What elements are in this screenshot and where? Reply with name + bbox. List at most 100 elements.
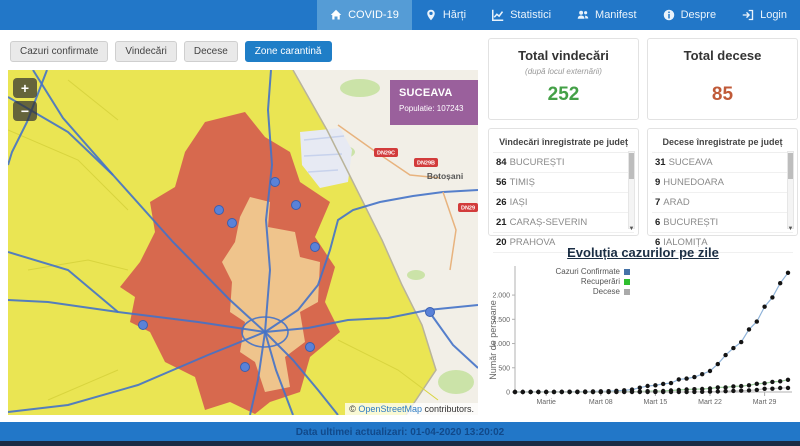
list-item: 21 CARAȘ-SEVERIN xyxy=(493,213,634,233)
scrollbar-down-arrow[interactable]: ▼ xyxy=(787,225,794,233)
last-updated-text: Data ultimei actualizari: 01-04-2020 13:… xyxy=(295,427,505,438)
layer-filter-buttons: Cazuri confirmate Vindecări Decese Zone … xyxy=(10,41,479,62)
nav-item-manifest[interactable]: Manifest xyxy=(564,0,650,30)
nav-item-despre[interactable]: Despre xyxy=(650,0,729,30)
county-name: TIMIȘ xyxy=(509,177,535,188)
region-name: SUCEAVA xyxy=(399,87,453,99)
county-name: BUCUREȘTI xyxy=(509,157,565,168)
deaths-list-title: Decese înregistrate pe județ xyxy=(652,133,793,153)
county-lists-row: Vindecări înregistrate pe județ 84 BUCURE… xyxy=(488,128,798,253)
nav-label: COVID-19 xyxy=(348,9,399,21)
total-recovered-value: 252 xyxy=(547,84,580,105)
nav-label: Statistici xyxy=(510,9,552,21)
list-item: 56 TIMIȘ xyxy=(493,173,634,193)
recovered-by-county-card: Vindecări înregistrate pe județ 84 BUCURE… xyxy=(488,128,639,253)
county-count: 9 xyxy=(655,177,661,188)
county-count: 6 xyxy=(655,217,661,228)
filter-vindecari-button[interactable]: Vindecări xyxy=(115,41,177,62)
map-zoom-control: + − xyxy=(13,78,37,124)
nav-label: Manifest xyxy=(595,9,637,21)
scrollbar-down-arrow[interactable]: ▼ xyxy=(628,225,635,233)
svg-text:Mart 29: Mart 29 xyxy=(753,399,777,406)
update-footer: Data ultimei actualizari: 01-04-2020 13:… xyxy=(0,422,800,441)
map-attribution: © OpenStreetMap contributors. xyxy=(345,403,478,415)
road-shield-label: DN29C xyxy=(377,151,395,157)
filter-zone-carantina-button[interactable]: Zone carantină xyxy=(244,41,332,62)
svg-text:Martie: Martie xyxy=(536,399,556,406)
deaths-by-county-card: Decese înregistrate pe județ 31 SUCEAVA 9 H… xyxy=(647,128,798,253)
county-name: SUCEAVA xyxy=(668,157,713,168)
county-name: BUCUREȘTI xyxy=(663,217,719,228)
county-name: HUNEDOARA xyxy=(663,177,724,188)
line-chart-icon xyxy=(492,9,504,21)
svg-text:Mart 15: Mart 15 xyxy=(644,399,668,406)
leaflet-map[interactable]: DN29C DN29B DN29 Botoșani + − SUCEAVA Po xyxy=(8,70,478,415)
scrollbar-thumb[interactable] xyxy=(629,153,634,179)
legend-entry[interactable]: Cazuri Confirmate xyxy=(514,267,630,277)
top-navbar: COVID-19 Hărți Statistici Manifest Despr… xyxy=(0,0,800,30)
footer-dark-strip xyxy=(0,441,800,446)
county-count: 56 xyxy=(496,177,507,188)
chart-legend: Cazuri Confirmate Recuperări Decese xyxy=(514,267,630,297)
recovered-list-scrollbar[interactable] xyxy=(628,151,635,229)
evolution-chart: Evoluția cazurilor pe zile Cazuri Confir… xyxy=(488,245,798,420)
total-recovered-subtitle: (după locul externării) xyxy=(525,67,602,76)
legend-entry[interactable]: Recuperări xyxy=(514,277,630,287)
zoom-out-button[interactable]: − xyxy=(13,101,37,121)
filter-cazuri-confirmate-button[interactable]: Cazuri confirmate xyxy=(10,41,109,62)
county-count: 21 xyxy=(496,217,507,228)
totals-row: Total vindecări (după locul externării) … xyxy=(488,38,798,120)
list-item: 6 BUCUREȘTI xyxy=(652,213,793,233)
svg-text:500: 500 xyxy=(498,365,510,372)
deaths-list-scrollbar[interactable] xyxy=(787,151,794,229)
legend-swatch xyxy=(624,269,630,275)
total-deaths-value: 85 xyxy=(711,84,734,105)
sign-in-icon xyxy=(742,9,754,21)
county-name: IAȘI xyxy=(509,197,528,208)
home-icon xyxy=(330,9,342,20)
county-count: 31 xyxy=(655,157,666,168)
users-icon xyxy=(577,10,589,19)
nav-label: Despre xyxy=(680,9,717,21)
map-panel: Cazuri confirmate Vindecări Decese Zone … xyxy=(8,38,479,422)
county-count: 26 xyxy=(496,197,507,208)
nav-item-harti[interactable]: Hărți xyxy=(412,0,479,30)
svg-text:Număr de persoane: Număr de persoane xyxy=(488,300,498,380)
list-item: 84 BUCUREȘTI xyxy=(493,153,634,173)
legend-entry[interactable]: Decese xyxy=(514,287,630,297)
legend-swatch xyxy=(624,289,630,295)
total-recovered-card: Total vindecări (după locul externării) … xyxy=(488,38,639,120)
legend-label: Decese xyxy=(592,287,620,296)
list-item: 7 ARAD xyxy=(652,193,793,213)
recovered-list-title: Vindecări înregistrate pe județ xyxy=(493,133,634,153)
zoom-in-button[interactable]: + xyxy=(13,78,37,98)
nav-item-statistici[interactable]: Statistici xyxy=(479,0,564,30)
nav-item-covid19[interactable]: COVID-19 xyxy=(317,0,412,30)
nav-label: Login xyxy=(760,9,787,21)
total-deaths-title: Total decese xyxy=(683,48,762,63)
region-population: Populatie: 107243 xyxy=(399,104,464,113)
list-item: 31 SUCEAVA xyxy=(652,153,793,173)
county-name: ARAD xyxy=(663,197,690,208)
recovered-list-rows: 84 BUCUREȘTI 56 TIMIȘ 26 IAȘI 21 CARAȘ-SEVERIN 2… xyxy=(493,153,634,253)
nav-label: Hărți xyxy=(442,9,467,21)
county-count: 7 xyxy=(655,197,661,208)
scrollbar-thumb[interactable] xyxy=(788,153,793,179)
covid-dashboard: COVID-19 Hărți Statistici Manifest Despr… xyxy=(0,0,800,446)
openstreetmap-link[interactable]: OpenStreetMap xyxy=(358,404,422,414)
map-city-label: Botoșani xyxy=(427,171,463,181)
svg-text:2.000: 2.000 xyxy=(492,293,510,300)
legend-swatch xyxy=(624,279,630,285)
county-count: 84 xyxy=(496,157,507,168)
legend-label: Recuperări xyxy=(580,277,620,286)
legend-label: Cazuri Confirmate xyxy=(555,267,620,276)
road-shield-label: DN29 xyxy=(461,206,475,212)
map-marker-icon xyxy=(427,9,435,21)
deaths-list-rows: 31 SUCEAVA 9 HUNEDOARA 7 ARAD 6 BUCUREȘTI 6 IALOM… xyxy=(652,153,793,253)
list-item: 9 HUNEDOARA xyxy=(652,173,793,193)
nav-item-login[interactable]: Login xyxy=(729,0,800,30)
filter-decese-button[interactable]: Decese xyxy=(183,41,238,62)
stats-panel: Total vindecări (după locul externării) … xyxy=(488,38,798,422)
total-recovered-title: Total vindecări xyxy=(518,48,609,63)
svg-text:Mart 22: Mart 22 xyxy=(698,399,722,406)
